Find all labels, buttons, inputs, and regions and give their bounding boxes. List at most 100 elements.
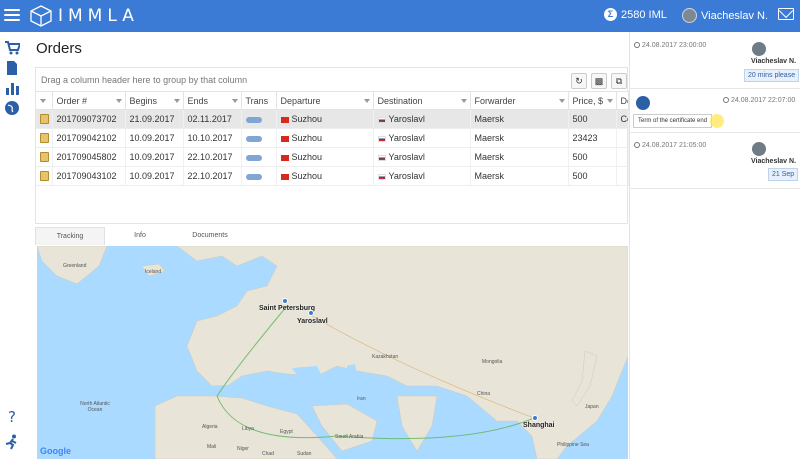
table-row[interactable]: 201709043102 10.09.2017 22.10.2017 Suzho… (36, 166, 629, 186)
forwarder: Maersk (470, 166, 569, 186)
divider (630, 188, 800, 189)
russia-flag-icon (377, 154, 386, 161)
china-flag-icon (280, 135, 289, 142)
user-menu[interactable]: Viacheslav N. (682, 8, 768, 23)
runner-icon[interactable] (4, 434, 20, 450)
map-label: Sudan (297, 451, 312, 457)
forwarder: Maersk (470, 128, 569, 148)
begins-date: 10.09.2017 (125, 166, 184, 186)
column-header[interactable]: Forwarder (470, 91, 569, 110)
column-header[interactable]: De (616, 91, 629, 110)
export-button[interactable]: ▩ (591, 73, 607, 89)
google-logo: Google (40, 446, 71, 456)
column-header[interactable]: Ends (183, 91, 242, 110)
tab-tracking[interactable]: Tracking (35, 227, 105, 245)
extra-cell: Co (616, 109, 629, 129)
select-column-header[interactable] (36, 91, 53, 110)
column-header[interactable]: Departure (276, 91, 374, 110)
price: 500 (568, 147, 617, 167)
refresh-button[interactable]: ↻ (571, 73, 587, 89)
menu-icon[interactable] (4, 6, 20, 22)
map-label: Egypt (280, 429, 293, 435)
message-time: 24.08.2017 22:07:00 (731, 97, 796, 104)
message-author: Viacheslav N. (751, 158, 797, 165)
orders-panel: Orders Drag a column header here to grou… (25, 32, 629, 459)
orders-grid: Drag a column header here to group by th… (35, 67, 629, 224)
filter-icon[interactable] (40, 99, 46, 104)
avatar (752, 142, 766, 156)
document-status-icon (40, 133, 49, 144)
china-flag-icon (280, 173, 289, 180)
group-panel[interactable]: Drag a column header here to group by th… (41, 75, 247, 85)
globe-icon[interactable] (4, 100, 20, 116)
document-icon[interactable] (4, 60, 20, 76)
map-pin-yaroslavl[interactable] (308, 310, 314, 316)
mail-icon[interactable] (778, 8, 794, 20)
tab-documents[interactable]: Documents (175, 227, 245, 245)
document-status-icon (40, 114, 49, 125)
chart-icon[interactable] (4, 80, 20, 96)
logo-text: IMMLA (58, 6, 139, 26)
map-label: Philippine Sea (557, 442, 589, 448)
filter-icon[interactable] (606, 99, 613, 103)
column-header[interactable]: Trans (241, 91, 277, 110)
price: 500 (568, 166, 617, 186)
departure: Suzhou (291, 152, 323, 162)
table-row[interactable]: 201709045802 10.09.2017 22.10.2017 Suzho… (36, 147, 629, 167)
column-header[interactable]: Order # (52, 91, 126, 110)
map-pin-shanghai[interactable] (532, 415, 538, 421)
filter-icon[interactable] (173, 99, 180, 103)
message-time: 24.08.2017 21:05:00 (642, 142, 707, 149)
top-bar: IMMLA Σ 2580 IML Viacheslav N. (0, 0, 800, 32)
extra-cell (616, 128, 629, 148)
logo[interactable]: IMMLA (30, 3, 139, 29)
avatar (752, 42, 766, 56)
column-header[interactable]: Price, $ (568, 91, 617, 110)
filter-icon[interactable] (460, 99, 467, 103)
ship-icon (245, 116, 262, 123)
begins-date: 10.09.2017 (125, 147, 184, 167)
balance-value: 2580 IML (621, 8, 667, 21)
destination: Yaroslavl (388, 171, 425, 181)
map-label: Chad (262, 451, 274, 457)
message-time: 24.08.2017 23:00:00 (642, 42, 707, 49)
help-icon[interactable]: ? (4, 408, 20, 424)
detail-tabs: Tracking Info Documents (35, 227, 245, 245)
price: 23423 (568, 128, 617, 148)
begins-date: 21.09.2017 (125, 109, 184, 129)
filter-icon[interactable] (115, 99, 122, 103)
filter-icon[interactable] (231, 99, 238, 103)
order-number: 201709043102 (52, 166, 126, 186)
chat-panel: 24.08.2017 23:00:00 Viacheslav N. 20 min… (629, 32, 800, 459)
cube-logo-icon (30, 5, 52, 27)
document-status-icon (40, 171, 49, 182)
divider (630, 132, 800, 133)
column-chooser-button[interactable]: ⧉ (611, 73, 627, 89)
tracking-map[interactable]: Greenland Iceland Kazakhstan Mongolia Ch… (37, 246, 628, 459)
table-row[interactable]: 201709073702 21.09.2017 02.11.2017 Suzho… (36, 109, 629, 129)
balance[interactable]: Σ 2580 IML (604, 8, 667, 21)
forwarder: Maersk (470, 147, 569, 167)
map-label: Mongolia (482, 359, 503, 365)
map-label: Kazakhstan (372, 354, 399, 360)
map-label: Mali (207, 444, 217, 450)
price: 500 (568, 109, 617, 129)
map-pin-saint-petersburg[interactable] (282, 298, 288, 304)
ship-icon (245, 135, 262, 142)
ends-date: 02.11.2017 (183, 109, 242, 129)
map-label: Iran (357, 396, 366, 402)
city-label: Shanghai (523, 422, 555, 429)
tab-info[interactable]: Info (105, 227, 175, 245)
filter-icon[interactable] (558, 99, 565, 103)
table-header: Order # Begins Ends Trans Departure Dest… (36, 91, 629, 110)
column-header[interactable]: Begins (125, 91, 184, 110)
map-label: Libya (242, 426, 254, 432)
filter-icon[interactable] (363, 99, 370, 103)
order-number: 201709073702 (52, 109, 126, 129)
table-row[interactable]: 201709042102 10.09.2017 10.10.2017 Suzho… (36, 128, 629, 148)
cart-icon[interactable] (4, 40, 20, 56)
column-header[interactable]: Destination (373, 91, 471, 110)
departure: Suzhou (291, 114, 323, 124)
message-author: Viacheslav N. (751, 58, 797, 65)
orders-table: Order # Begins Ends Trans Departure Dest… (36, 91, 629, 186)
